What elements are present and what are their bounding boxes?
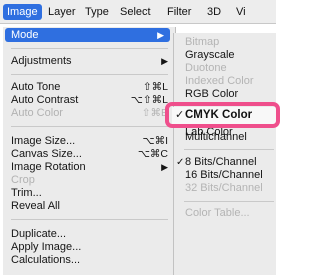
submenu-item-label: Grayscale [185, 49, 235, 61]
shortcut-label: ⌥⌘I [142, 135, 168, 147]
shortcut-label: ⇧⌘B [141, 107, 168, 119]
submenu-arrow-icon: ▶ [161, 56, 168, 66]
submenu-item-label: Bitmap [185, 36, 220, 48]
submenu-item-rgb-color[interactable]: RGB Color [174, 88, 277, 101]
menu-separator [11, 219, 168, 220]
submenu-item-label: 16 Bits/Channel [185, 169, 263, 181]
menu-item-label: Canvas Size... [11, 148, 82, 160]
submenu-item-8-bits[interactable]: ✓ 8 Bits/Channel [174, 156, 277, 169]
menu-item-auto-color: Auto Color ⇧⌘B [3, 106, 176, 120]
menu-item-apply-image[interactable]: Apply Image... [3, 240, 176, 254]
submenu-item-duotone: Duotone [174, 62, 277, 75]
menu-item-label: Calculations... [11, 254, 81, 266]
menu-item-reveal-all[interactable]: Reveal All [3, 199, 176, 213]
submenu-item-cmyk-color[interactable]: ✓ CMYK Color [172, 107, 276, 124]
menu-item-label: Trim... [11, 187, 42, 199]
checkmark-icon: ✓ [176, 157, 185, 168]
submenu-item-16-bits[interactable]: 16 Bits/Channel [174, 169, 277, 182]
menu-item-label: Apply Image... [11, 241, 82, 253]
menu-bar: Image Layer Type Select Filter 3D Vi [0, 0, 276, 24]
menu-type[interactable]: Type [85, 4, 109, 20]
checkmark-icon: ✓ [175, 109, 185, 121]
submenu-item-label: 32 Bits/Channel [185, 182, 263, 194]
image-menu: Mode ▶ Adjustments ▶ Auto Tone ⇧⌘L Auto … [3, 27, 176, 275]
menu-item-label: Auto Contrast [11, 94, 79, 106]
menu-separator [11, 126, 168, 127]
submenu-item-label: Duotone [185, 62, 227, 74]
menu-item-label: Image Size... [11, 135, 76, 147]
submenu-item-label: RGB Color [185, 88, 239, 100]
submenu-arrow-icon: ▶ [161, 162, 168, 172]
shortcut-label: ⌥⇧⌘L [130, 94, 168, 106]
submenu-item-label: Multichannel [185, 131, 247, 143]
menu-separator [184, 149, 274, 150]
menu-item-label: Auto Tone [11, 81, 61, 93]
menu-image[interactable]: Image [3, 4, 42, 20]
submenu-item-multichannel[interactable]: Multichannel [174, 131, 277, 144]
menu-item-duplicate[interactable]: Duplicate... [3, 227, 176, 241]
submenu-item-label: CMYK Color [185, 109, 253, 121]
menu-item-label: Auto Color [11, 107, 63, 119]
menu-item-auto-contrast[interactable]: Auto Contrast ⌥⇧⌘L [3, 93, 176, 107]
submenu-item-bitmap: Bitmap [174, 36, 277, 49]
submenu-item-label: Color Table... [185, 207, 250, 219]
menu-filter[interactable]: Filter [167, 4, 191, 20]
menu-item-label: Crop [11, 174, 35, 186]
menu-select[interactable]: Select [120, 4, 151, 20]
menu-item-mode[interactable]: Mode ▶ [5, 28, 170, 42]
menu-separator [11, 74, 168, 75]
shortcut-label: ⇧⌘L [142, 81, 168, 93]
menu-item-canvas-size[interactable]: Canvas Size... ⌥⌘C [3, 147, 176, 161]
shortcut-label: ⌥⌘C [137, 148, 168, 160]
menu-separator [184, 201, 274, 202]
menu-view[interactable]: Vi [236, 4, 246, 20]
submenu-item-32-bits: 32 Bits/Channel [174, 182, 277, 195]
submenu-item-indexed-color: Indexed Color [174, 75, 277, 88]
submenu-item-grayscale[interactable]: Grayscale [174, 49, 277, 62]
menu-item-calculations[interactable]: Calculations... [3, 253, 176, 267]
menu-layer[interactable]: Layer [48, 4, 76, 20]
menu-separator [11, 48, 168, 49]
menu-item-image-rotation[interactable]: Image Rotation ▶ [3, 160, 176, 174]
menu-item-adjustments[interactable]: Adjustments ▶ [3, 54, 176, 68]
menu-item-label: Mode [11, 29, 39, 41]
submenu-item-color-table: Color Table... [174, 207, 277, 220]
menu-item-crop: Crop [3, 173, 176, 187]
menu-item-label: Reveal All [11, 200, 60, 212]
submenu-item-label: 8 Bits/Channel [185, 156, 257, 168]
menu-item-label: Adjustments [11, 55, 72, 67]
menu-item-image-size[interactable]: Image Size... ⌥⌘I [3, 134, 176, 148]
menu-item-trim[interactable]: Trim... [3, 186, 176, 200]
menu-item-label: Image Rotation [11, 161, 86, 173]
submenu-item-label: Indexed Color [185, 75, 254, 87]
mode-submenu: Bitmap Grayscale Duotone Indexed Color R… [173, 33, 276, 275]
menu-item-auto-tone[interactable]: Auto Tone ⇧⌘L [3, 80, 176, 94]
menu-3d[interactable]: 3D [207, 4, 221, 20]
submenu-arrow-icon: ▶ [157, 30, 164, 40]
menu-item-label: Duplicate... [11, 228, 67, 240]
